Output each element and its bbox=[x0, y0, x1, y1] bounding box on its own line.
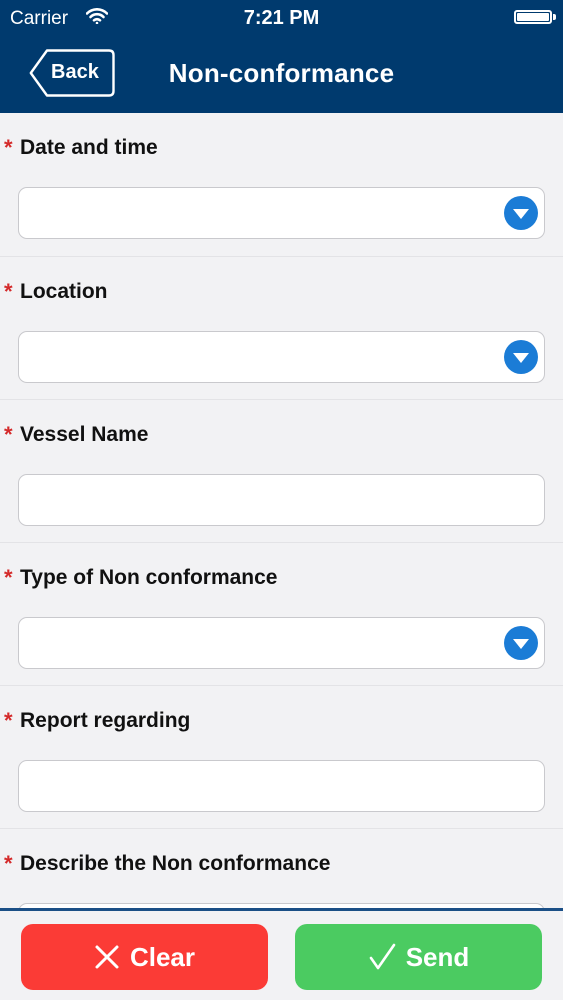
field-label-row: * Type of Non conformance bbox=[4, 565, 277, 593]
required-marker: * bbox=[4, 708, 13, 733]
field-date-and-time: * Date and time bbox=[0, 113, 563, 256]
required-marker: * bbox=[4, 135, 13, 160]
field-label-row: * Describe the Non conformance bbox=[4, 851, 330, 879]
field-label-row: * Location bbox=[4, 279, 108, 307]
field-label: Location bbox=[20, 280, 108, 303]
send-button-label: Send bbox=[405, 941, 470, 972]
field-describe-non-conformance: * Describe the Non conformance bbox=[0, 828, 563, 910]
vessel-name-input[interactable] bbox=[18, 474, 545, 526]
required-marker: * bbox=[4, 851, 13, 876]
battery-icon bbox=[514, 10, 552, 24]
report-regarding-input[interactable] bbox=[18, 760, 545, 812]
field-label-row: * Vessel Name bbox=[4, 422, 148, 450]
status-bar: Carrier 7:21 PM bbox=[0, 0, 563, 36]
required-marker: * bbox=[4, 565, 13, 590]
field-label: Describe the Non conformance bbox=[20, 852, 331, 875]
clear-button[interactable]: Clear bbox=[21, 924, 268, 990]
field-label-row: * Report regarding bbox=[4, 708, 190, 736]
field-report-regarding: * Report regarding bbox=[0, 685, 563, 829]
status-time: 7:21 PM bbox=[243, 7, 320, 29]
field-label: Vessel Name bbox=[20, 423, 149, 446]
send-button[interactable]: Send bbox=[295, 924, 542, 990]
checkmark-icon bbox=[369, 943, 396, 970]
chevron-down-circle-icon[interactable] bbox=[504, 196, 538, 230]
field-label: Date and time bbox=[20, 136, 158, 159]
type-of-non-conformance-dropdown[interactable] bbox=[18, 617, 545, 669]
location-dropdown[interactable] bbox=[18, 331, 545, 383]
chevron-down-circle-icon[interactable] bbox=[504, 340, 538, 374]
x-icon bbox=[95, 945, 119, 969]
clear-button-label: Clear bbox=[129, 941, 196, 972]
field-label: Type of Non conformance bbox=[20, 566, 278, 589]
chevron-down-circle-icon[interactable] bbox=[504, 626, 538, 660]
date-and-time-dropdown[interactable] bbox=[18, 187, 545, 239]
form-scroll-area[interactable]: * Date and time * Location * Vessel Name bbox=[0, 113, 563, 910]
field-location: * Location bbox=[0, 256, 563, 400]
required-marker: * bbox=[4, 279, 13, 304]
navigation-header: Carrier 7:21 PM Back Non-conformance bbox=[0, 0, 563, 113]
field-label: Report regarding bbox=[20, 709, 191, 732]
field-vessel-name: * Vessel Name bbox=[0, 399, 563, 543]
battery-tip bbox=[553, 14, 556, 20]
action-footer: Clear Send bbox=[0, 908, 563, 1000]
field-label-row: * Date and time bbox=[4, 135, 158, 163]
field-type-of-non-conformance: * Type of Non conformance bbox=[0, 542, 563, 686]
page-title: Non-conformance bbox=[168, 58, 395, 88]
required-marker: * bbox=[4, 422, 13, 447]
